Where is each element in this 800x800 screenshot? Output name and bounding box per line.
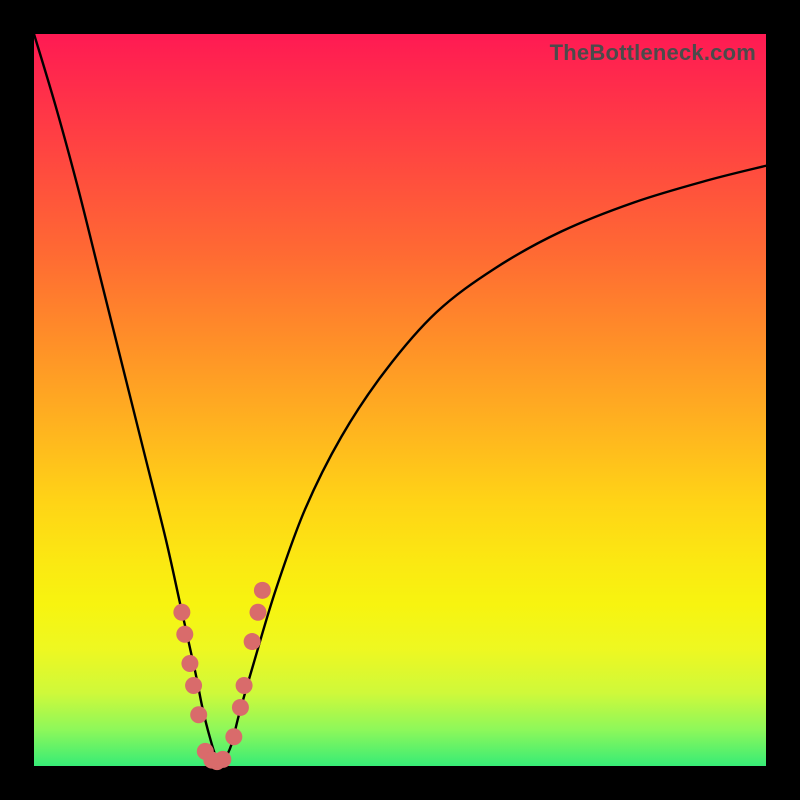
curve-marker — [181, 655, 198, 672]
curve-marker — [244, 633, 261, 650]
marker-group — [173, 582, 271, 770]
chart-frame: TheBottleneck.com — [0, 0, 800, 800]
curve-marker — [185, 677, 202, 694]
curve-marker — [173, 604, 190, 621]
bottleneck-curve-svg — [34, 34, 766, 766]
plot-area: TheBottleneck.com — [34, 34, 766, 766]
curve-marker — [249, 604, 266, 621]
curve-marker — [214, 751, 231, 768]
curve-marker — [176, 626, 193, 643]
curve-marker — [190, 706, 207, 723]
bottleneck-curve-path — [34, 34, 766, 761]
curve-marker — [254, 582, 271, 599]
curve-marker — [225, 728, 242, 745]
curve-marker — [236, 677, 253, 694]
curve-marker — [232, 699, 249, 716]
